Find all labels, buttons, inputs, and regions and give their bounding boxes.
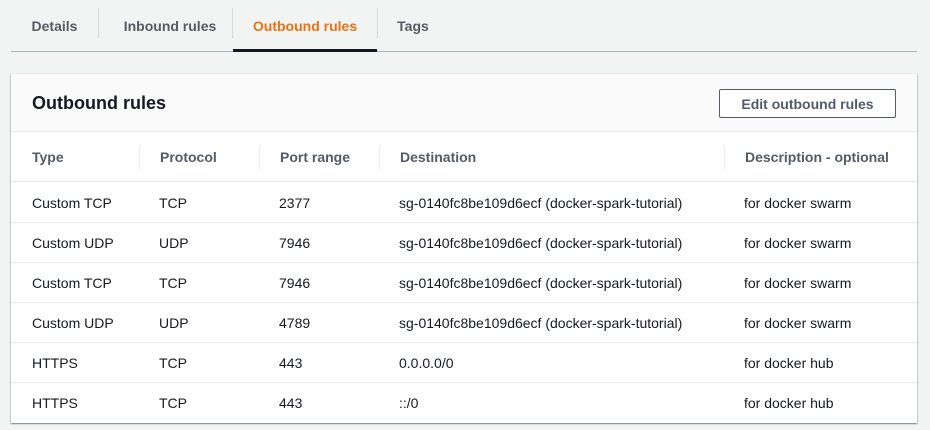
cell-description: for docker hub <box>744 355 834 371</box>
column-divider[interactable] <box>379 146 380 170</box>
column-divider[interactable] <box>139 146 140 170</box>
cell-description: for docker hub <box>744 395 834 411</box>
panel-header: Outbound rules Edit outbound rules <box>11 74 917 132</box>
cell-destination: sg-0140fc8be109d6ecf (docker-spark-tutor… <box>399 275 683 291</box>
cell-port-range: 2377 <box>279 195 311 211</box>
cell-type: Custom UDP <box>32 235 114 251</box>
cell-destination: 0.0.0.0/0 <box>399 355 454 371</box>
table-row: Custom TCP TCP 2377 sg-0140fc8be109d6ecf… <box>11 183 917 223</box>
column-header-destination[interactable]: Destination <box>400 132 476 182</box>
tab-divider <box>98 8 99 38</box>
cell-port-range: 7946 <box>279 235 311 251</box>
outbound-rules-panel: Outbound rules Edit outbound rules Type … <box>11 73 917 423</box>
cell-destination: sg-0140fc8be109d6ecf (docker-spark-tutor… <box>399 315 683 331</box>
cell-type: Custom TCP <box>32 275 112 291</box>
column-header-port-range[interactable]: Port range <box>280 132 350 182</box>
tab-divider <box>377 8 378 38</box>
cell-port-range: 443 <box>279 395 303 411</box>
column-divider[interactable] <box>259 146 260 170</box>
cell-destination: sg-0140fc8be109d6ecf (docker-spark-tutor… <box>399 235 683 251</box>
column-divider[interactable] <box>724 146 725 170</box>
table-row: HTTPS TCP 443 ::/0 for docker hub <box>11 383 917 423</box>
table-row: Custom UDP UDP 7946 sg-0140fc8be109d6ecf… <box>11 223 917 263</box>
table-header: Type Protocol Port range Destination Des… <box>11 132 917 182</box>
column-header-description[interactable]: Description - optional <box>745 132 889 182</box>
cell-type: Custom TCP <box>32 195 112 211</box>
cell-protocol: TCP <box>159 395 187 411</box>
tab-tags[interactable]: Tags <box>387 0 439 51</box>
table-row: Custom UDP UDP 4789 sg-0140fc8be109d6ecf… <box>11 303 917 343</box>
cell-description: for docker swarm <box>744 195 852 211</box>
cell-port-range: 443 <box>279 355 303 371</box>
cell-protocol: UDP <box>159 315 189 331</box>
panel-title: Outbound rules <box>32 93 166 113</box>
cell-description: for docker swarm <box>744 235 852 251</box>
cell-description: for docker swarm <box>744 315 852 331</box>
cell-protocol: TCP <box>159 275 187 291</box>
cell-destination: sg-0140fc8be109d6ecf (docker-spark-tutor… <box>399 195 683 211</box>
tab-outbound-rules[interactable]: Outbound rules <box>233 0 377 52</box>
cell-type: HTTPS <box>32 355 78 371</box>
cell-port-range: 4789 <box>279 315 311 331</box>
cell-type: HTTPS <box>32 395 78 411</box>
cell-destination: ::/0 <box>399 395 419 411</box>
cell-port-range: 7946 <box>279 275 311 291</box>
cell-protocol: UDP <box>159 235 189 251</box>
cell-protocol: TCP <box>159 195 187 211</box>
column-header-protocol[interactable]: Protocol <box>160 132 217 182</box>
table-row: Custom TCP TCP 7946 sg-0140fc8be109d6ecf… <box>11 263 917 303</box>
edit-outbound-rules-button[interactable]: Edit outbound rules <box>719 89 896 118</box>
table-row: HTTPS TCP 443 0.0.0.0/0 for docker hub <box>11 343 917 383</box>
cell-protocol: TCP <box>159 355 187 371</box>
cell-description: for docker swarm <box>744 275 852 291</box>
tab-inbound-rules[interactable]: Inbound rules <box>109 0 231 51</box>
column-header-type[interactable]: Type <box>32 132 64 182</box>
cell-type: Custom UDP <box>32 315 114 331</box>
tab-details[interactable]: Details <box>21 0 88 51</box>
tab-bar: Details Inbound rules Outbound rules Tag… <box>11 0 917 52</box>
